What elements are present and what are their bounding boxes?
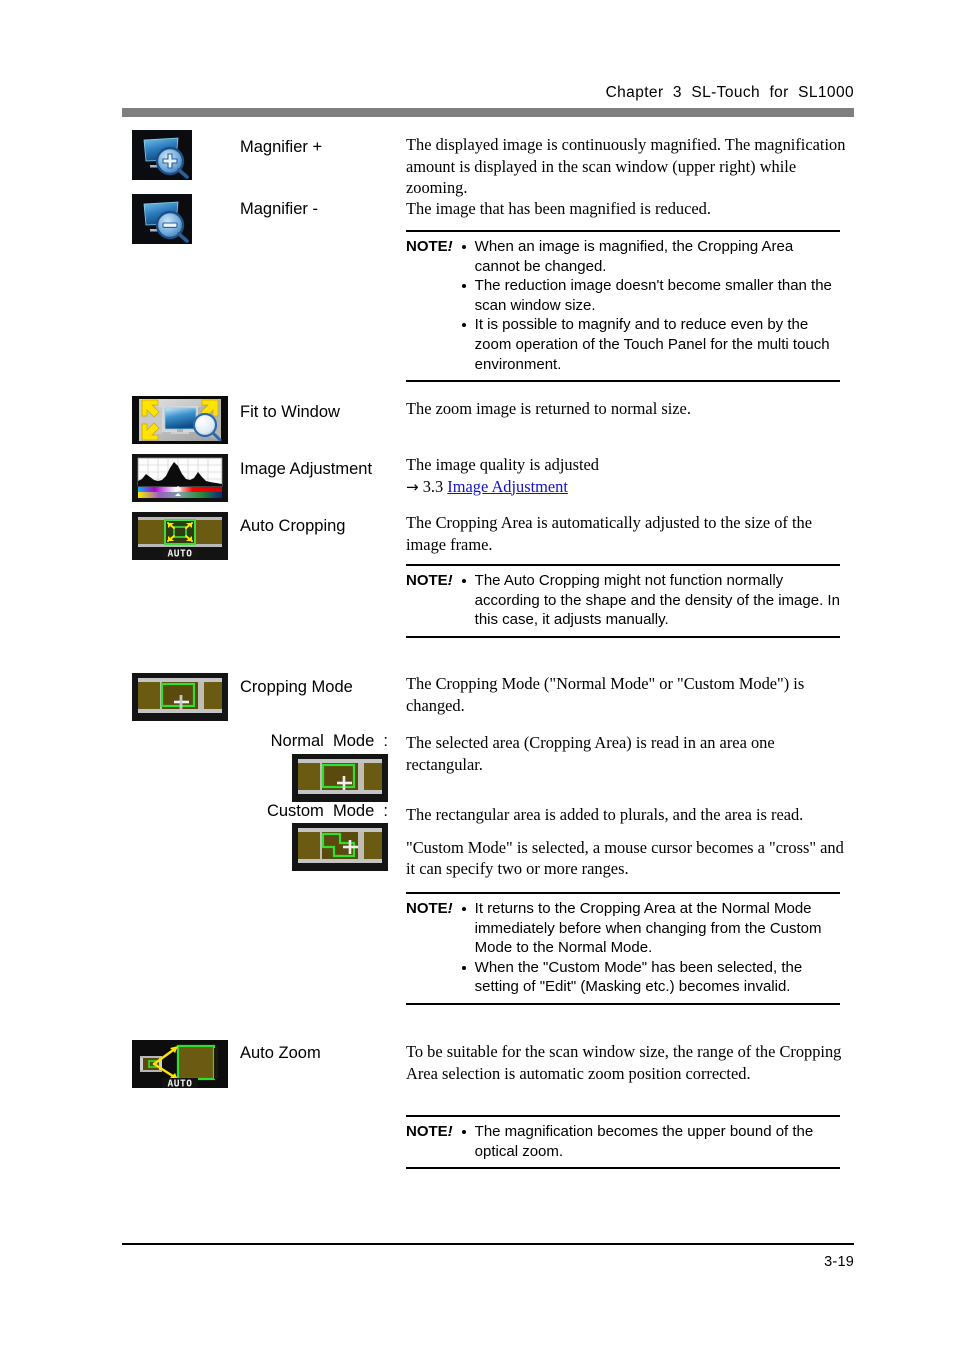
desc-auto-zoom: To be suitable for the scan window size,… [406, 1041, 854, 1084]
note-tag-text: NOTE [406, 572, 448, 589]
image-adjustment-icon[interactable] [132, 454, 228, 502]
desc-text: The image that has been magnified is red… [406, 199, 711, 218]
label-auto-cropping: Auto Cropping [240, 517, 346, 535]
label-image-adjustment: Image Adjustment [240, 460, 373, 478]
page-header: Chapter 3 SL-Touch for SL1000 [122, 84, 854, 117]
desc-cropping-mode: The Cropping Mode ("Normal Mode" or "Cus… [406, 673, 854, 716]
desc-magnifier-minus: The image that has been magnified is red… [406, 198, 854, 220]
footer-divider [122, 1243, 854, 1245]
auto-badge-text: AUTO [168, 549, 193, 560]
header-divider-bar [122, 108, 854, 117]
note-list: The magnification becomes the upper boun… [459, 1122, 840, 1161]
chapter-title: Chapter 3 SL-Touch for SL1000 [605, 84, 854, 101]
note-magnifier: NOTE! When an image is magnified, the Cr… [406, 230, 840, 383]
cropping-mode-icon[interactable] [132, 673, 228, 721]
desc-text: The image quality is adjusted [406, 455, 599, 474]
page-number: 3-19 [824, 1254, 854, 1270]
note-list: When an image is magnified, the Cropping… [459, 237, 840, 374]
auto-badge-text: AUTO [168, 1079, 193, 1089]
note-list: It returns to the Cropping Area at the N… [459, 899, 840, 997]
desc-text: To be suitable for the scan window size,… [406, 1042, 842, 1083]
desc-text: The selected area (Cropping Area) is rea… [406, 733, 775, 774]
note-item: When the "Custom Mode" has been selected… [459, 958, 840, 997]
page-footer: 3-19 [122, 1243, 854, 1270]
note-auto-zoom: NOTE! The magnification becomes the uppe… [406, 1115, 840, 1170]
label-auto-zoom: Auto Zoom [240, 1044, 321, 1062]
note-tag-mark: ! [447, 900, 453, 917]
note-item: The reduction image doesn't become small… [459, 276, 840, 315]
note-item: The magnification becomes the upper boun… [459, 1122, 840, 1161]
note-tag: NOTE! [406, 237, 459, 257]
note-list: The Auto Cropping might not function nor… [459, 571, 840, 630]
note-tag-text: NOTE [406, 1123, 448, 1140]
note-tag: NOTE! [406, 899, 459, 919]
note-tag: NOTE! [406, 1122, 459, 1142]
note-item: When an image is magnified, the Cropping… [459, 237, 840, 276]
arrow-right-icon: → [406, 477, 419, 496]
desc-fit-to-window: The zoom image is returned to normal siz… [406, 398, 854, 420]
auto-zoom-icon[interactable]: AUTO [132, 1040, 228, 1088]
desc-normal-mode: The selected area (Cropping Area) is rea… [406, 732, 854, 775]
document-page: Chapter 3 SL-Touch for SL1000 Magnifier … [0, 0, 954, 1350]
cross-ref-number: 3.3 [422, 476, 444, 496]
magnifier-minus-icon[interactable] [132, 194, 192, 244]
desc-text: The Cropping Mode ("Normal Mode" or "Cus… [406, 674, 805, 715]
note-tag-mark: ! [447, 572, 453, 589]
note-item: The Auto Cropping might not function nor… [459, 571, 840, 630]
note-tag-text: NOTE [406, 238, 448, 255]
desc-text: The displayed image is continuously magn… [406, 135, 846, 197]
label-custom-mode: Custom Mode : [266, 802, 388, 820]
note-tag-mark: ! [447, 238, 453, 255]
label-magnifier-minus: Magnifier - [240, 200, 318, 218]
cross-reference: → 3.3 Image Adjustment [406, 476, 854, 499]
label-normal-mode: Normal Mode : [270, 732, 388, 750]
note-tag-text: NOTE [406, 900, 448, 917]
desc-text-1: The rectangular area is added to plurals… [406, 805, 804, 824]
label-fit-to-window: Fit to Window [240, 403, 340, 421]
link-image-adjustment[interactable]: Image Adjustment [447, 477, 568, 496]
desc-image-adjustment: The image quality is adjusted → 3.3 Imag… [406, 454, 854, 498]
desc-magnifier-plus: The displayed image is continuously magn… [406, 134, 854, 199]
note-item: It is possible to magnify and to reduce … [459, 315, 840, 374]
note-tag: NOTE! [406, 571, 459, 591]
note-tag-mark: ! [447, 1123, 453, 1140]
desc-auto-cropping: The Cropping Area is automatically adjus… [406, 512, 854, 555]
note-auto-cropping: NOTE! The Auto Cropping might not functi… [406, 564, 840, 638]
desc-text: The zoom image is returned to normal siz… [406, 399, 691, 418]
label-cropping-mode: Cropping Mode [240, 678, 353, 696]
label-magnifier-plus: Magnifier + [240, 138, 323, 156]
fit-to-window-icon[interactable] [132, 396, 228, 444]
note-item: It returns to the Cropping Area at the N… [459, 899, 840, 958]
desc-text: The Cropping Area is automatically adjus… [406, 513, 813, 554]
magnifier-plus-icon[interactable] [132, 130, 192, 180]
desc-text-2: "Custom Mode" is selected, a mouse curso… [406, 837, 844, 879]
custom-mode-icon[interactable] [292, 823, 388, 871]
normal-mode-icon[interactable] [292, 754, 388, 802]
auto-cropping-icon[interactable]: AUTO [132, 512, 228, 560]
note-cropping-mode: NOTE! It returns to the Cropping Area at… [406, 892, 840, 1005]
desc-custom-mode: The rectangular area is added to plurals… [406, 804, 854, 880]
